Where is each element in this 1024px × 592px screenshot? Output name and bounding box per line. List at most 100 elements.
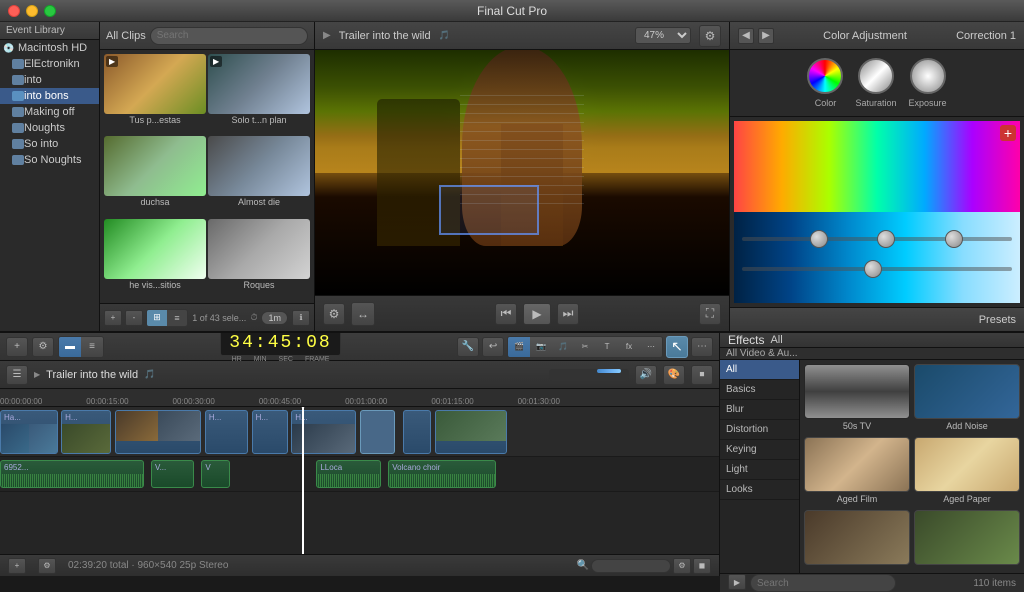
search-filter-btn[interactable]: ◼ — [693, 558, 711, 574]
video-clip-8[interactable] — [403, 410, 432, 454]
text-track-btn[interactable]: T — [596, 337, 618, 357]
undo-button[interactable]: ↩ — [482, 337, 504, 357]
audio-clip-5[interactable]: Volcano choir — [388, 460, 496, 488]
timeline-expand-button[interactable]: ☰ — [6, 365, 28, 385]
color-nav-back[interactable]: ◀ — [738, 28, 754, 44]
effect-more-1[interactable] — [804, 510, 910, 569]
video-clip-7[interactable] — [360, 410, 396, 454]
duration-info-button[interactable]: ℹ — [292, 310, 310, 326]
effect-cat-distortion[interactable]: Distortion — [720, 420, 799, 440]
extra-track-btn[interactable]: ⋯ — [640, 337, 662, 357]
video-clip-2[interactable]: H... — [61, 410, 111, 454]
audio-clip-4[interactable]: LLoca — [316, 460, 381, 488]
sidebar-item-into-bons[interactable]: into bons — [0, 88, 99, 104]
effect-cat-blur[interactable]: Blur — [720, 400, 799, 420]
slider-knob-2[interactable] — [877, 230, 895, 248]
timeline-settings-button[interactable]: ⚙ — [32, 337, 54, 357]
sidebar-item-making-off[interactable]: Making off — [0, 104, 99, 120]
effect-cat-looks[interactable]: Looks — [720, 480, 799, 500]
media-clip-3[interactable]: duchsa — [104, 136, 206, 216]
effect-cat-keying[interactable]: Keying — [720, 440, 799, 460]
effect-aged-film[interactable]: Aged Film — [804, 437, 910, 506]
video-clip-4[interactable]: H... — [205, 410, 248, 454]
media-clip-6[interactable]: Roques — [208, 219, 310, 299]
sidebar-item-so-into[interactable]: So into — [0, 136, 99, 152]
search-settings-btn[interactable]: ⚙ — [673, 558, 691, 574]
effect-aged-paper[interactable]: Aged Paper — [914, 437, 1020, 506]
list-view-button[interactable]: ≡ — [167, 310, 187, 326]
fx-track-btn[interactable]: fx — [618, 337, 640, 357]
timeline-view-btn-1[interactable]: ▬ — [59, 337, 81, 357]
video-clip-1[interactable]: Ha... — [0, 410, 58, 454]
remove-media-button[interactable]: - — [125, 310, 143, 326]
timeline-audio-btn[interactable]: 🔊 — [635, 365, 657, 385]
close-button[interactable] — [8, 5, 20, 17]
effect-more-2[interactable] — [914, 510, 1020, 569]
sidebar-item-so-noughts[interactable]: So Noughts — [0, 152, 99, 168]
status-add-button[interactable]: + — [8, 558, 26, 574]
timeline-view-btn-2[interactable]: ≡ — [81, 337, 103, 357]
timeline-color-btn[interactable]: 🎨 — [663, 365, 685, 385]
media-clip-1[interactable]: ▶ Tus p...estas — [104, 54, 206, 134]
cut-track-btn[interactable]: ✂ — [574, 337, 596, 357]
maximize-button[interactable] — [44, 5, 56, 17]
audio-clip-3[interactable]: V — [201, 460, 230, 488]
grid-view-button[interactable]: ⊞ — [147, 310, 167, 326]
effect-cat-all[interactable]: All — [720, 360, 799, 380]
play-button[interactable]: ▶ — [523, 303, 551, 325]
playhead[interactable] — [302, 407, 304, 554]
color-gradient-area[interactable]: + — [734, 121, 1020, 303]
slider-knob-4[interactable] — [864, 260, 882, 278]
media-search-input[interactable] — [150, 27, 308, 45]
add-media-button[interactable]: + — [104, 310, 122, 326]
video-clip-3[interactable] — [115, 410, 201, 454]
timeline-add-button[interactable]: + — [6, 337, 28, 357]
color-add-button[interactable]: + — [1000, 125, 1016, 141]
preview-settings-button[interactable]: ⚙ — [323, 303, 345, 325]
presets-button[interactable]: Presets — [730, 307, 1024, 331]
clip-end-marker[interactable]: ⏹ — [691, 365, 713, 385]
settings-button[interactable]: ⚙ — [699, 25, 721, 47]
effects-filter-label: All Video & Au... — [726, 348, 798, 359]
wrench-button[interactable]: 🔧 — [457, 337, 479, 357]
video-clip-9[interactable] — [435, 410, 507, 454]
audio-clip-2[interactable]: V... — [151, 460, 194, 488]
video-clip-6[interactable]: H... — [291, 410, 356, 454]
slider-knob-1[interactable] — [810, 230, 828, 248]
effect-cat-light[interactable]: Light — [720, 460, 799, 480]
color-tool-color[interactable]: Color — [807, 58, 843, 108]
video-track-btn[interactable]: 🎬 — [508, 337, 530, 357]
selector-tool[interactable]: ↖ — [666, 336, 688, 358]
sidebar-item-into[interactable]: into — [0, 72, 99, 88]
effects-search-input[interactable] — [750, 574, 896, 592]
minimize-button[interactable] — [26, 5, 38, 17]
media-clip-2[interactable]: ▶ Solo t...n plan — [208, 54, 310, 134]
forward-button[interactable]: ⏭ — [557, 303, 579, 325]
rewind-button[interactable]: ⏮ — [495, 303, 517, 325]
photo-track-btn[interactable]: 📷 — [530, 337, 552, 357]
fullscreen-button[interactable]: ⛶ — [699, 303, 721, 325]
color-nav-forward[interactable]: ▶ — [758, 28, 774, 44]
color-tool-saturation[interactable]: Saturation — [855, 58, 896, 108]
effect-cat-basics[interactable]: Basics — [720, 380, 799, 400]
video-clip-5[interactable]: H... — [252, 410, 288, 454]
more-tools-button[interactable]: ⋯ — [691, 337, 713, 357]
audio-track-btn[interactable]: 🎵 — [552, 337, 574, 357]
search-input-mini[interactable] — [591, 559, 671, 573]
sidebar-item-noughts[interactable]: Noughts — [0, 120, 99, 136]
status-settings-button[interactable]: ⚙ — [38, 558, 56, 574]
frame-size-button[interactable]: ↔ — [352, 303, 374, 325]
audio-clip-1[interactable]: 6952... — [0, 460, 144, 488]
sidebar-item-electronikn[interactable]: ElEctronikn — [0, 56, 99, 72]
effect-add-noise[interactable]: Add Noise — [914, 364, 1020, 433]
media-clip-4[interactable]: Almost die — [208, 136, 310, 216]
clip-label: Ha... — [1, 411, 57, 424]
effect-50s-tv[interactable]: 50s TV — [804, 364, 910, 433]
zoom-selector[interactable]: 47% 25% 50% 100% Fit — [635, 27, 691, 44]
sidebar-item-macintosh-hd[interactable]: 💿 Macintosh HD — [0, 40, 99, 56]
color-tool-exposure[interactable]: Exposure — [909, 58, 947, 108]
slider-knob-3[interactable] — [945, 230, 963, 248]
effects-preview-btn[interactable]: ▶ — [728, 574, 746, 590]
effects-tab-all[interactable]: All — [770, 334, 782, 346]
media-clip-5[interactable]: he vis...sitios — [104, 219, 206, 299]
